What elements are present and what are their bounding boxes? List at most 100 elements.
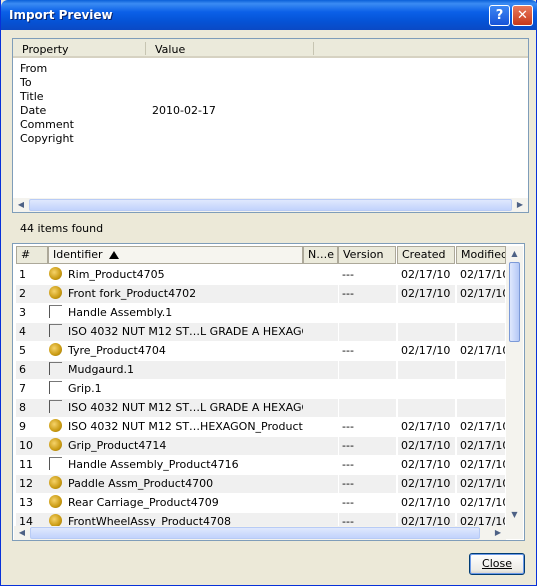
scroll-right-icon[interactable]: ▶ <box>491 527 505 539</box>
table-row[interactable]: 8 ISO 4032 NUT M12 ST…L GRADE A HEXAGON.4 <box>14 399 505 418</box>
row-n <box>303 380 338 398</box>
value-column-header[interactable]: Value <box>155 43 185 56</box>
table-row[interactable]: 13 Rear Carriage_Product4709 --- 02/17/10 02… <box>14 494 505 513</box>
scroll-left-icon[interactable]: ◀ <box>14 199 28 211</box>
import-preview-dialog: Import Preview ? ✕ Property Value From To… <box>0 0 537 586</box>
scroll-left-icon[interactable]: ◀ <box>15 527 29 539</box>
row-version: --- <box>342 344 354 357</box>
row-created: 02/17/10 <box>401 496 451 509</box>
row-number: 12 <box>16 475 48 493</box>
row-modified: 02/17/10 <box>460 268 505 281</box>
identifier-column-header[interactable]: Identifier <box>48 246 303 264</box>
row-modified: 02/17/10 <box>460 458 505 471</box>
part-icon <box>49 400 62 413</box>
column-divider[interactable] <box>313 42 314 55</box>
product-icon <box>49 419 62 432</box>
row-created <box>398 304 455 322</box>
row-number: 2 <box>16 285 48 303</box>
table-row[interactable]: 6 Mudgaurd.1 <box>14 361 505 380</box>
row-modified <box>457 399 505 417</box>
row-identifier: Rim_Product4705 <box>48 266 303 284</box>
property-value: 2010-02-17 <box>152 104 216 117</box>
property-horizontal-scrollbar[interactable]: ◀ ▶ <box>13 198 528 212</box>
modified-column-header[interactable]: Modified <box>456 246 506 264</box>
identifier-text: Grip_Product4714 <box>68 439 167 452</box>
table-horizontal-scrollbar[interactable]: ◀ ▶ <box>14 526 506 540</box>
row-created: 02/17/10 <box>401 458 451 471</box>
window-title: Import Preview <box>9 8 113 22</box>
row-modified: 02/17/10 <box>457 437 505 455</box>
identifier-text: Tyre_Product4704 <box>68 344 166 357</box>
scroll-right-icon[interactable]: ▶ <box>513 199 527 211</box>
row-version: --- <box>342 496 354 509</box>
title-bar[interactable]: Import Preview ? ✕ <box>1 0 537 30</box>
table-row[interactable]: 4 ISO 4032 NUT M12 ST…L GRADE A HEXAGON.1 <box>14 323 505 342</box>
close-button[interactable]: Close <box>469 553 525 575</box>
table-row[interactable]: 11 Handle Assembly_Product4716 --- 02/17/10… <box>14 456 505 475</box>
help-icon: ? <box>495 8 504 23</box>
help-button[interactable]: ? <box>489 5 510 26</box>
row-n <box>303 361 338 379</box>
property-name: Comment <box>20 118 74 131</box>
table-row[interactable]: 10 Grip_Product4714 --- 02/17/10 02/17/10 <box>14 437 505 456</box>
row-number: 9 <box>19 420 26 433</box>
property-name: Copyright <box>20 132 74 145</box>
part-icon <box>49 305 62 318</box>
table-row[interactable]: 5 Tyre_Product4704 --- 02/17/10 02/17/10 <box>14 342 505 361</box>
identifier-text: Paddle Assm_Product4700 <box>68 477 214 490</box>
table-row[interactable]: 9 ISO 4032 NUT M12 ST…HEXAGON_Product4707… <box>14 418 505 437</box>
table-row[interactable]: 2 Front fork_Product4702 --- 02/17/10 02/17/… <box>14 285 505 304</box>
items-table[interactable]: # Identifier N…e Version Created Modifie… <box>12 243 525 541</box>
table-vertical-scrollbar[interactable]: ▲ ▼ <box>506 246 523 539</box>
product-icon <box>49 495 62 508</box>
row-created: 02/17/10 <box>398 285 455 303</box>
scroll-thumb[interactable] <box>29 199 512 211</box>
row-created: 02/17/10 <box>401 420 451 433</box>
identifier-text: Grip.1 <box>68 382 102 395</box>
scroll-down-icon[interactable]: ▼ <box>507 509 522 521</box>
property-column-header[interactable]: Property <box>22 43 69 56</box>
row-created: 02/17/10 <box>401 268 451 281</box>
row-identifier: Rear Carriage_Product4709 <box>48 494 303 512</box>
row-version <box>339 361 396 379</box>
row-number: 3 <box>19 306 26 319</box>
row-version: --- <box>342 458 354 471</box>
row-n <box>303 399 338 417</box>
row-modified <box>457 380 505 398</box>
table-row[interactable]: 12 Paddle Assm_Product4700 --- 02/17/10 02/1… <box>14 475 505 494</box>
table-row[interactable]: 3 Handle Assembly.1 <box>14 304 505 323</box>
identifier-text: ISO 4032 NUT M12 ST…L GRADE A HEXAGON.1 <box>68 325 303 338</box>
row-version <box>339 304 396 322</box>
row-created: 02/17/10 <box>398 475 455 493</box>
row-number: 4 <box>16 323 48 341</box>
scroll-thumb[interactable] <box>509 262 520 342</box>
product-icon <box>49 476 62 489</box>
created-column-header[interactable]: Created <box>397 246 455 264</box>
close-button-label: Close <box>482 557 512 570</box>
identifier-text: Handle Assembly_Product4716 <box>68 458 239 471</box>
items-found-label: 44 items found <box>20 222 104 235</box>
product-icon <box>49 343 62 356</box>
row-n <box>303 494 338 512</box>
property-name: From <box>20 62 48 75</box>
scroll-up-icon[interactable]: ▲ <box>507 248 522 260</box>
row-identifier: Front fork_Product4702 <box>48 285 303 303</box>
row-identifier: ISO 4032 NUT M12 ST…L GRADE A HEXAGON.4 <box>48 399 303 417</box>
row-created <box>398 361 455 379</box>
row-n <box>303 285 338 303</box>
row-version: --- <box>342 268 354 281</box>
row-n <box>303 342 338 360</box>
row-identifier: Handle Assembly_Product4716 <box>48 456 303 474</box>
table-row[interactable]: 7 Grip.1 <box>14 380 505 399</box>
row-identifier: Tyre_Product4704 <box>48 342 303 360</box>
window-close-button[interactable]: ✕ <box>512 5 533 26</box>
n-column-header[interactable]: N…e <box>303 246 338 264</box>
scroll-thumb[interactable] <box>30 527 480 539</box>
row-version: --- <box>342 420 354 433</box>
version-column-header[interactable]: Version <box>338 246 396 264</box>
row-identifier: Paddle Assm_Product4700 <box>48 475 303 493</box>
property-list[interactable]: Property Value From To Title Date 2010-02-17… <box>12 38 529 213</box>
column-divider[interactable] <box>145 42 146 55</box>
num-column-header[interactable]: # <box>16 246 48 264</box>
table-row[interactable]: 1 Rim_Product4705 --- 02/17/10 02/17/10 <box>14 266 505 285</box>
